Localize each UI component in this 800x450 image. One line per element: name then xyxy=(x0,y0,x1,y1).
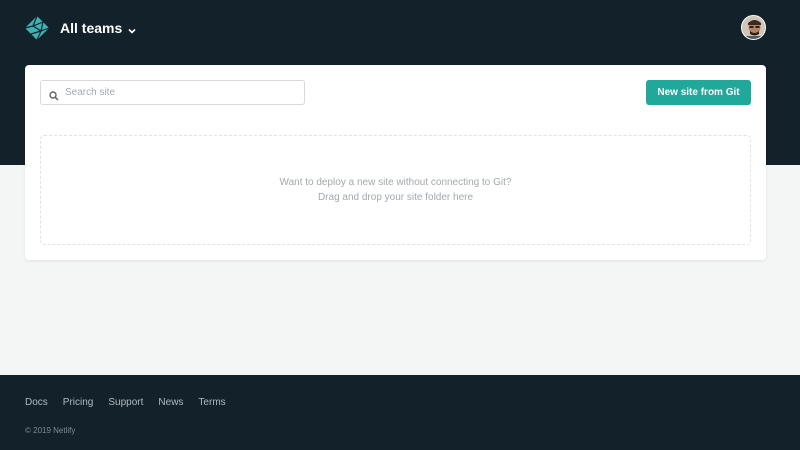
team-switcher[interactable]: All teams xyxy=(60,20,137,36)
footer: Docs Pricing Support News Terms © 2019 N… xyxy=(0,375,800,450)
search-input[interactable] xyxy=(65,87,295,98)
dropzone-line-2: Drag and drop your site folder here xyxy=(317,192,474,203)
footer-links: Docs Pricing Support News Terms xyxy=(25,397,241,408)
user-avatar[interactable] xyxy=(741,15,766,40)
search-box xyxy=(40,80,305,105)
chevron-down-icon xyxy=(127,23,137,34)
footer-link-news[interactable]: News xyxy=(158,397,183,408)
team-switcher-label: All teams xyxy=(60,20,123,36)
dropzone-line-1: Want to deploy a new site without connec… xyxy=(279,177,512,188)
deploy-dropzone[interactable]: Want to deploy a new site without connec… xyxy=(40,135,751,245)
footer-link-pricing[interactable]: Pricing xyxy=(63,397,94,408)
search-icon xyxy=(49,88,59,101)
new-site-from-git-button[interactable]: New site from Git xyxy=(646,80,751,105)
footer-link-terms[interactable]: Terms xyxy=(198,397,225,408)
footer-link-docs[interactable]: Docs xyxy=(25,397,48,408)
app-header: All teams xyxy=(0,0,800,56)
footer-link-support[interactable]: Support xyxy=(108,397,143,408)
netlify-logo-icon[interactable] xyxy=(24,15,50,41)
sites-card: New site from Git Want to deploy a new s… xyxy=(25,65,766,260)
copyright: © 2019 Netlify xyxy=(25,426,76,435)
page: All teams Search site New site from Git … xyxy=(0,0,800,450)
